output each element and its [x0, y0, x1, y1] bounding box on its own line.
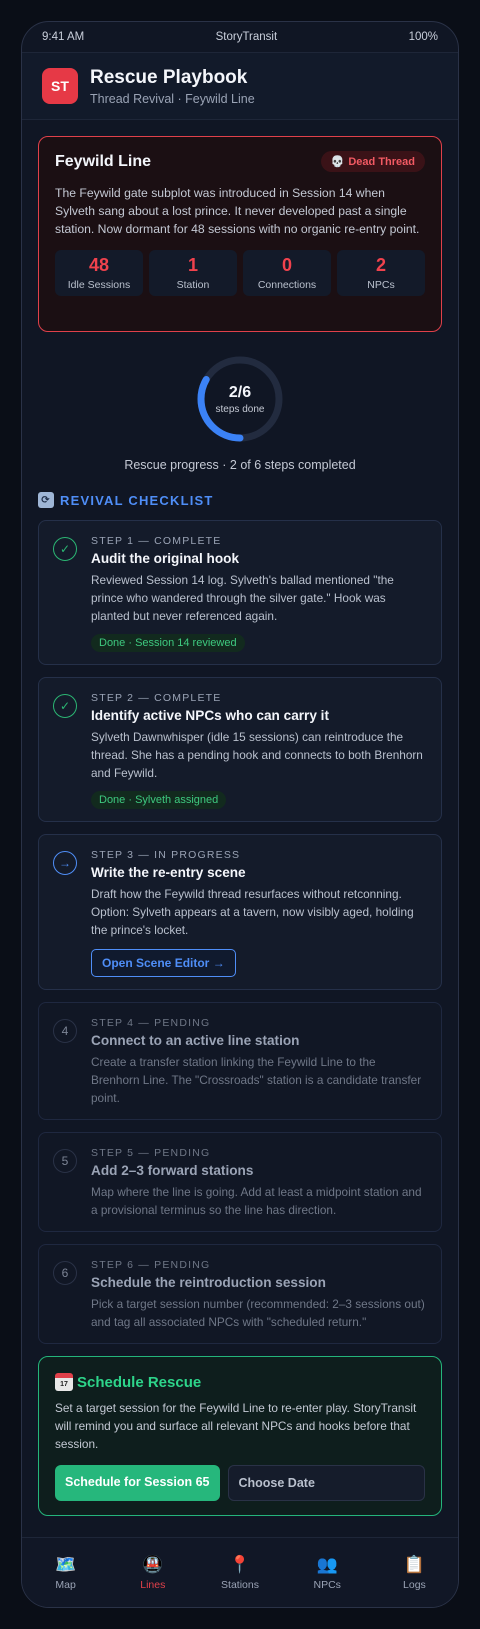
tab-logs[interactable]: 📋 Logs: [371, 1538, 458, 1607]
tab-label: NPCs: [313, 1578, 341, 1591]
clipboard-icon: 📋: [403, 1554, 425, 1574]
step-description: Map where the line is going. Add at leas…: [91, 1185, 422, 1217]
main-content: Feywild Line 💀 Dead Thread The Feywild g…: [22, 120, 458, 1516]
step-title: Connect to an active line station: [91, 1033, 300, 1048]
status-bar: 9:41 AM StoryTransit 100%: [22, 22, 458, 52]
app-header: ST Rescue Playbook Thread Revival · Feyw…: [22, 52, 458, 120]
tab-npcs[interactable]: 👥 NPCs: [284, 1538, 371, 1607]
dead-thread-badge: 💀 Dead Thread: [320, 151, 425, 172]
step-description: Create a transfer station linking the Fe…: [91, 1055, 422, 1105]
bottom-tab-bar: 🗺️ Map 🚇 Lines 📍 Stations 👥 NPCs 📋 Logs: [22, 1537, 458, 1607]
checklist-title: REVIVAL CHECKLIST: [60, 492, 214, 508]
step-label: STEP 5 — PENDING: [91, 1147, 211, 1159]
step-description: Reviewed Session 14 log. Sylveth's balla…: [91, 573, 394, 623]
dead-thread-card: Feywild Line 💀 Dead Thread The Feywild g…: [38, 136, 442, 332]
skull-icon: 💀: [330, 156, 345, 168]
progress-ring: 2/6 steps done: [195, 354, 285, 444]
step-label: STEP 6 — PENDING: [91, 1259, 211, 1271]
step-description: Pick a target session number (recommende…: [91, 1297, 425, 1329]
check-icon: ✓: [53, 537, 77, 561]
step-title: Audit the original hook: [91, 551, 240, 566]
step-label: STEP 3 — IN PROGRESS: [91, 849, 241, 861]
stat-connections: 0 Connections: [243, 250, 331, 296]
step-status-tag: Done · Session 14 reviewed: [91, 634, 245, 652]
check-icon: ✓: [53, 694, 77, 718]
choose-date-button[interactable]: Choose Date: [227, 1465, 425, 1501]
tab-label: Logs: [403, 1578, 426, 1591]
step-title: Write the re-entry scene: [91, 865, 246, 880]
stat-label: NPCs: [367, 279, 395, 291]
step-description: Sylveth Dawnwhisper (idle 15 sessions) c…: [91, 730, 423, 780]
step-title: Identify active NPCs who can carry it: [91, 708, 329, 723]
refresh-icon: ⟳: [38, 492, 54, 508]
status-app-name: StoryTransit: [215, 31, 278, 43]
step-card-4[interactable]: 4 STEP 4 — PENDING Connect to an active …: [38, 1002, 442, 1120]
schedule-description: Set a target session for the Feywild Lin…: [55, 1401, 417, 1451]
stat-value: 1: [187, 255, 198, 275]
step-number-4: 4: [53, 1019, 77, 1043]
step-card-6[interactable]: 6 STEP 6 — PENDING Schedule the reintrod…: [38, 1244, 442, 1344]
step-label: STEP 2 — COMPLETE: [91, 692, 222, 704]
step-label: STEP 1 — COMPLETE: [91, 535, 222, 547]
step-description: Draft how the Feywild thread resurfaces …: [91, 887, 414, 937]
pin-icon: 📍: [229, 1554, 251, 1574]
schedule-heading: 17 Schedule Rescue: [55, 1373, 425, 1391]
open-scene-editor-button[interactable]: Open Scene Editor →: [91, 949, 236, 977]
progress-ring-value: 2/6: [228, 383, 252, 401]
stat-value: 2: [375, 255, 386, 275]
line-description: The Feywild gate subplot was introduced …: [55, 186, 420, 236]
step-card-1[interactable]: ✓ STEP 1 — COMPLETE Audit the original h…: [38, 520, 442, 665]
stat-value: 48: [88, 255, 110, 275]
step-title: Schedule the reintroduction session: [91, 1275, 326, 1290]
schedule-rescue-card: 17 Schedule Rescue Set a target session …: [38, 1356, 442, 1516]
checklist-heading: ⟳ REVIVAL CHECKLIST: [38, 492, 442, 508]
progress-text: Rescue progress · 2 of 6 steps completed: [124, 458, 356, 472]
people-icon: 👥: [316, 1554, 338, 1574]
step-number-5: 5: [53, 1149, 77, 1173]
step-label: STEP 4 — PENDING: [91, 1017, 211, 1029]
stat-station: 1 Station: [149, 250, 237, 296]
step-card-3[interactable]: → STEP 3 — IN PROGRESS Write the re-entr…: [38, 834, 442, 990]
stat-label: Idle Sessions: [67, 279, 131, 291]
stat-idle-sessions: 48 Idle Sessions: [55, 250, 143, 296]
step-title: Add 2–3 forward stations: [91, 1163, 254, 1178]
stat-label: Station: [176, 279, 210, 291]
calendar-icon: 17: [55, 1373, 73, 1391]
badge-label: Dead Thread: [348, 155, 415, 168]
stats-row: 48 Idle Sessions 1 Station 0 Connections…: [55, 250, 425, 296]
step-number-6: 6: [53, 1261, 77, 1285]
phone-frame: 9:41 AM StoryTransit 100% ST Rescue Play…: [21, 21, 459, 1608]
arrow-right-icon: →: [53, 851, 77, 875]
schedule-session-button[interactable]: Schedule for Session 65: [55, 1465, 220, 1501]
tab-map[interactable]: 🗺️ Map: [22, 1538, 109, 1607]
stat-npcs: 2 NPCs: [337, 250, 425, 296]
rescue-progress: 2/6 steps done Rescue progress · 2 of 6 …: [38, 354, 442, 472]
tab-lines[interactable]: 🚇 Lines: [109, 1538, 196, 1607]
train-icon: 🚇: [142, 1554, 164, 1574]
step-status-tag: Done · Sylveth assigned: [91, 791, 227, 809]
schedule-title: Schedule Rescue: [77, 1373, 202, 1391]
step-card-2[interactable]: ✓ STEP 2 — COMPLETE Identify active NPCs…: [38, 677, 442, 822]
stat-value: 0: [281, 255, 292, 275]
tab-stations[interactable]: 📍 Stations: [196, 1538, 283, 1607]
progress-ring-label: steps done: [215, 403, 265, 415]
page-title: Rescue Playbook: [90, 66, 248, 88]
stat-label: Connections: [257, 279, 317, 291]
tab-label: Lines: [140, 1578, 166, 1591]
page-subtitle: Thread Revival · Feywild Line: [90, 91, 255, 106]
tab-label: Stations: [221, 1578, 259, 1591]
status-time: 9:41 AM: [42, 31, 85, 43]
step-card-5[interactable]: 5 STEP 5 — PENDING Add 2–3 forward stati…: [38, 1132, 442, 1232]
map-icon: 🗺️: [55, 1554, 77, 1574]
line-title: Feywild Line: [55, 152, 152, 170]
tab-label: Map: [55, 1578, 76, 1591]
status-battery: 100%: [408, 31, 438, 43]
app-logo: ST: [42, 68, 78, 104]
